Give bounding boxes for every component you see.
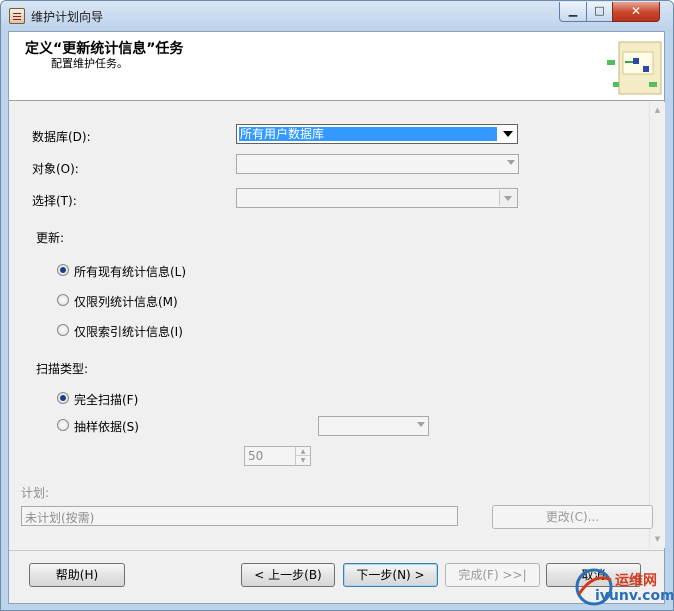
help-button[interactable]: 帮助(H) bbox=[29, 563, 125, 587]
chevron-down-icon[interactable] bbox=[499, 126, 516, 142]
radio-full-scan[interactable] bbox=[57, 392, 69, 404]
maximize-button[interactable]: □ bbox=[586, 2, 613, 22]
radio-column-statistics[interactable] bbox=[57, 294, 69, 306]
finish-button[interactable]: 完成(F) >>| bbox=[445, 563, 540, 587]
minimize-button[interactable]: ▁ bbox=[559, 2, 587, 22]
radio-sample-by[interactable] bbox=[57, 419, 69, 431]
select-label: 选择(T): bbox=[32, 194, 77, 208]
scan-type-label: 扫描类型: bbox=[36, 362, 89, 376]
back-button[interactable]: < 上一步(B) bbox=[241, 563, 335, 587]
chevron-down-icon[interactable] bbox=[499, 190, 516, 206]
schedule-field[interactable]: 未计划(按需) bbox=[21, 506, 458, 526]
next-button[interactable]: 下一步(N) > bbox=[343, 563, 438, 587]
close-button[interactable]: ✕ bbox=[612, 2, 660, 22]
schedule-label: 计划: bbox=[21, 486, 50, 500]
wizard-header: 定义“更新统计信息”任务 配置维护任务。 bbox=[9, 32, 664, 101]
page-subtitle: 配置维护任务。 bbox=[51, 57, 128, 70]
radio-all-statistics[interactable] bbox=[57, 264, 69, 276]
stepper-down-icon[interactable]: ▼ bbox=[296, 456, 310, 465]
radio-index-statistics[interactable] bbox=[57, 324, 69, 336]
radio-index-statistics-label[interactable]: 仅限索引统计信息(I) bbox=[74, 323, 183, 340]
update-group-label: 更新: bbox=[36, 231, 65, 245]
sample-value-stepper[interactable]: 50 ▲ ▼ bbox=[244, 446, 311, 466]
object-dropdown[interactable] bbox=[236, 154, 519, 174]
vertical-scrollbar[interactable]: ▲ ▼ bbox=[649, 102, 665, 548]
scroll-down-icon[interactable]: ▼ bbox=[650, 531, 665, 548]
stepper-buttons[interactable]: ▲ ▼ bbox=[295, 447, 310, 465]
database-label: 数据库(D): bbox=[32, 130, 91, 144]
stepper-up-icon[interactable]: ▲ bbox=[296, 447, 310, 456]
change-schedule-button[interactable]: 更改(C)... bbox=[492, 505, 653, 529]
watermark-text-url: iyunv.com bbox=[595, 588, 674, 604]
sample-unit-dropdown[interactable] bbox=[318, 416, 429, 436]
site-watermark: 运维网 iyunv.com bbox=[573, 564, 673, 610]
wizard-footer: 帮助(H) < 上一步(B) 下一步(N) > 完成(F) >>| 取消 bbox=[9, 550, 664, 603]
database-dropdown[interactable]: 所有用户数据库 bbox=[236, 124, 518, 144]
app-icon bbox=[9, 8, 25, 24]
database-selected-value: 所有用户数据库 bbox=[239, 127, 497, 141]
watermark-text-cn: 运维网 bbox=[615, 573, 657, 589]
window-title: 维护计划向导 bbox=[31, 10, 104, 24]
wizard-graphic-icon bbox=[607, 41, 662, 95]
radio-sample-by-label[interactable]: 抽样依据(S) bbox=[74, 418, 139, 435]
object-label: 对象(O): bbox=[32, 162, 79, 176]
scroll-up-icon[interactable]: ▲ bbox=[650, 102, 665, 119]
dialog-client-area: 定义“更新统计信息”任务 配置维护任务。 ▲ ▼ 数据库(D): 所有用户数据库 bbox=[8, 31, 665, 604]
select-dropdown[interactable] bbox=[236, 188, 518, 208]
radio-all-statistics-label[interactable]: 所有现有统计信息(L) bbox=[74, 263, 186, 280]
chevron-down-icon bbox=[417, 422, 425, 427]
wizard-window: 维护计划向导 ▁ □ ✕ 定义“更新统计信息”任务 配置维护任务。 ▲ ▼ 数据 bbox=[0, 0, 674, 611]
sample-value: 50 bbox=[248, 449, 264, 463]
radio-column-statistics-label[interactable]: 仅限列统计信息(M) bbox=[74, 293, 178, 310]
chevron-down-icon bbox=[507, 160, 515, 165]
title-bar[interactable]: 维护计划向导 ▁ □ ✕ bbox=[1, 1, 673, 31]
radio-full-scan-label[interactable]: 完全扫描(F) bbox=[74, 391, 138, 408]
